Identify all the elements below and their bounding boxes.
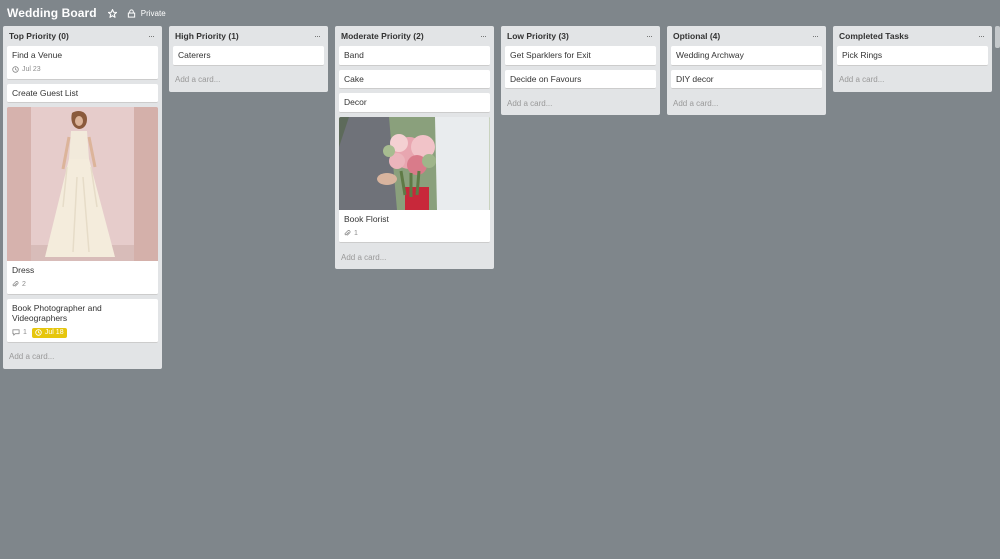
- list-title[interactable]: Optional (4): [673, 31, 720, 41]
- clock-icon: [12, 66, 19, 73]
- paperclip-icon: [344, 229, 351, 236]
- list-title[interactable]: Low Priority (3): [507, 31, 569, 41]
- card[interactable]: Pick Rings: [837, 46, 988, 66]
- attachments-badge: 1: [344, 230, 358, 237]
- list-title[interactable]: Top Priority (0): [9, 31, 69, 41]
- ellipsis-icon[interactable]: ···: [312, 32, 322, 41]
- card-title: Caterers: [178, 50, 211, 60]
- add-card-button[interactable]: Add a card...: [501, 93, 660, 113]
- ellipsis-icon[interactable]: ···: [478, 32, 488, 41]
- card-title: Dress: [12, 265, 35, 275]
- card[interactable]: Find a Venue Jul 23: [7, 46, 158, 80]
- visibility-label: Private: [140, 8, 166, 18]
- board-header: Wedding Board Private: [0, 0, 1000, 26]
- list-high-priority: High Priority (1) ··· Caterers Add a car…: [169, 26, 328, 92]
- card-title: Book Photographer and Videographers: [12, 302, 102, 324]
- card-title: Band: [344, 50, 364, 60]
- attachments-badge: 2: [12, 281, 26, 288]
- card[interactable]: DIY decor: [671, 69, 822, 89]
- add-card-button[interactable]: Add a card...: [169, 70, 328, 90]
- card[interactable]: Caterers: [173, 46, 324, 66]
- card-title: Decide on Favours: [510, 73, 582, 84]
- bouquet-photo: [339, 116, 490, 210]
- list-title[interactable]: Completed Tasks: [839, 31, 909, 41]
- list-header: Optional (4) ···: [667, 26, 826, 46]
- dress-photo: [7, 107, 158, 261]
- comments-badge: 1: [12, 329, 27, 336]
- card[interactable]: Decor: [339, 93, 490, 113]
- list-moderate-priority: Moderate Priority (2) ··· Band Cake Deco…: [335, 26, 494, 269]
- list-header: Completed Tasks ···: [833, 26, 992, 46]
- card-title: Wedding Archway: [676, 50, 744, 60]
- card-title: Decor: [344, 97, 367, 107]
- due-date-badge: Jul 23: [12, 66, 41, 73]
- comments-count: 1: [23, 329, 27, 336]
- card-title: Book Florist: [344, 213, 389, 224]
- due-soon-badge: Jul 18: [31, 327, 67, 338]
- board-lists: Top Priority (0) ··· Find a Venue Jul 23…: [3, 26, 999, 369]
- list-header: Top Priority (0) ···: [3, 26, 162, 46]
- paperclip-icon: [12, 281, 19, 287]
- ellipsis-icon[interactable]: ···: [644, 32, 654, 41]
- list-completed-tasks: Completed Tasks ··· Pick Rings Add a car…: [833, 26, 992, 92]
- ellipsis-icon[interactable]: ···: [146, 32, 156, 41]
- list-title[interactable]: Moderate Priority (2): [341, 31, 424, 41]
- ellipsis-icon[interactable]: ···: [810, 32, 820, 41]
- card-title: Cake: [344, 73, 364, 84]
- list-header: High Priority (1) ···: [169, 26, 328, 46]
- list-optional: Optional (4) ··· Wedding Archway DIY dec…: [667, 26, 826, 115]
- card[interactable]: Get Sparklers for Exit: [505, 46, 656, 66]
- due-date-text: Jul 23: [22, 66, 41, 73]
- card[interactable]: Cake: [339, 69, 490, 89]
- card[interactable]: Book Photographer and Videographers 1 Ju…: [7, 298, 158, 343]
- add-card-button[interactable]: Add a card...: [335, 247, 494, 267]
- list-low-priority: Low Priority (3) ··· Get Sparklers for E…: [501, 26, 660, 115]
- card[interactable]: Dress 2: [7, 107, 158, 295]
- card[interactable]: Create Guest List: [7, 83, 158, 103]
- add-card-button[interactable]: Add a card...: [833, 70, 992, 90]
- due-date-text: Jul 18: [44, 329, 64, 336]
- list-title[interactable]: High Priority (1): [175, 31, 239, 41]
- comment-icon: [12, 329, 20, 336]
- attachments-count: 2: [22, 281, 26, 288]
- card-title: DIY decor: [676, 73, 714, 84]
- card[interactable]: Wedding Archway: [671, 46, 822, 66]
- add-card-button[interactable]: Add a card...: [3, 347, 162, 367]
- lock-icon: [127, 8, 135, 18]
- board-title[interactable]: Wedding Board: [7, 6, 97, 20]
- list-header: Low Priority (3) ···: [501, 26, 660, 46]
- card-title: Get Sparklers for Exit: [510, 50, 591, 60]
- card[interactable]: Decide on Favours: [505, 69, 656, 89]
- clock-icon: [35, 329, 42, 336]
- add-card-button[interactable]: Add a card...: [667, 93, 826, 113]
- attachments-count: 1: [354, 229, 358, 237]
- card-title: Find a Venue: [12, 50, 63, 60]
- card[interactable]: Band: [339, 46, 490, 66]
- card-title: Pick Rings: [842, 50, 883, 60]
- list-top-priority: Top Priority (0) ··· Find a Venue Jul 23…: [3, 26, 162, 369]
- card[interactable]: Book Florist 1: [339, 116, 490, 243]
- card-title: Create Guest List: [12, 87, 79, 98]
- ellipsis-icon[interactable]: ···: [976, 32, 986, 41]
- list-header: Moderate Priority (2) ···: [335, 26, 494, 46]
- visibility-button[interactable]: Private: [127, 9, 166, 18]
- star-icon[interactable]: [108, 8, 118, 18]
- vertical-scrollbar[interactable]: [995, 26, 1000, 48]
